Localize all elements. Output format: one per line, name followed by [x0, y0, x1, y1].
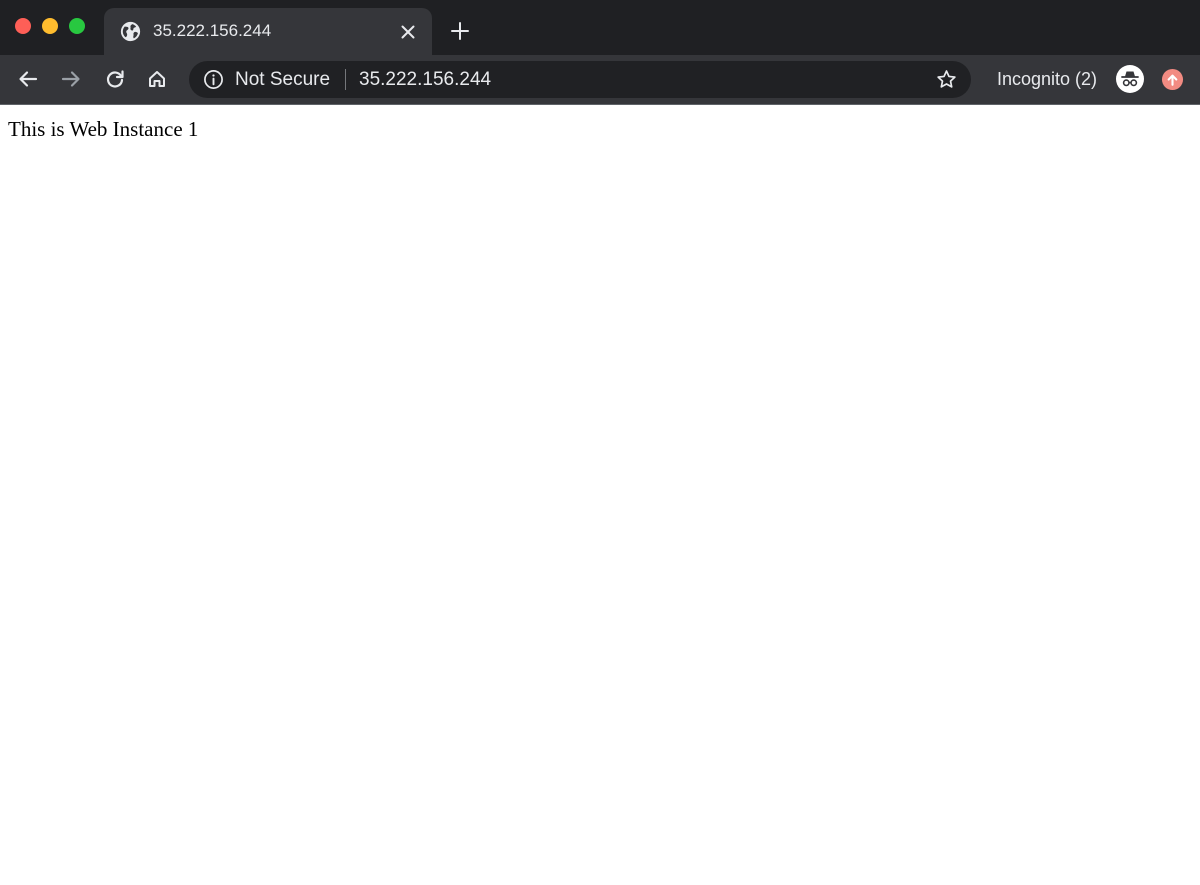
reload-icon — [102, 66, 128, 92]
home-icon — [144, 66, 170, 92]
info-icon[interactable] — [203, 69, 224, 90]
forward-button[interactable] — [58, 66, 84, 92]
url-text[interactable]: 35.222.156.244 — [359, 68, 491, 92]
security-label[interactable]: Not Secure — [235, 68, 330, 92]
plus-icon — [449, 22, 471, 46]
incognito-label[interactable]: Incognito (2) — [997, 68, 1097, 91]
home-button[interactable] — [144, 66, 170, 92]
window-minimize-button[interactable] — [42, 18, 58, 34]
arrow-left-icon — [15, 66, 41, 92]
tab-title: 35.222.156.244 — [153, 21, 272, 40]
incognito-icon[interactable] — [1115, 64, 1145, 94]
globe-icon — [120, 21, 141, 42]
toolbar: Not Secure 35.222.156.244 Incognito (2) — [0, 55, 1200, 104]
close-icon[interactable] — [398, 22, 418, 42]
window-maximize-button[interactable] — [69, 18, 85, 34]
tab-active[interactable]: 35.222.156.244 — [104, 8, 432, 55]
address-bar[interactable]: Not Secure 35.222.156.244 — [189, 61, 971, 98]
reload-button[interactable] — [102, 66, 128, 92]
new-tab-button[interactable] — [449, 20, 471, 42]
star-icon[interactable] — [935, 68, 958, 91]
page-content: This is Web Instance 1 — [0, 105, 1200, 885]
window-close-button[interactable] — [15, 18, 31, 34]
update-arrow-icon[interactable] — [1161, 68, 1184, 91]
back-button[interactable] — [15, 66, 41, 92]
omnibox-divider — [345, 69, 346, 90]
tab-strip: 35.222.156.244 — [0, 0, 1200, 55]
page-text: This is Web Instance 1 — [8, 117, 199, 141]
arrow-right-icon — [58, 66, 84, 92]
browser-window: 35.222.156.244 Not Secure 35.222.156.244… — [0, 0, 1200, 885]
